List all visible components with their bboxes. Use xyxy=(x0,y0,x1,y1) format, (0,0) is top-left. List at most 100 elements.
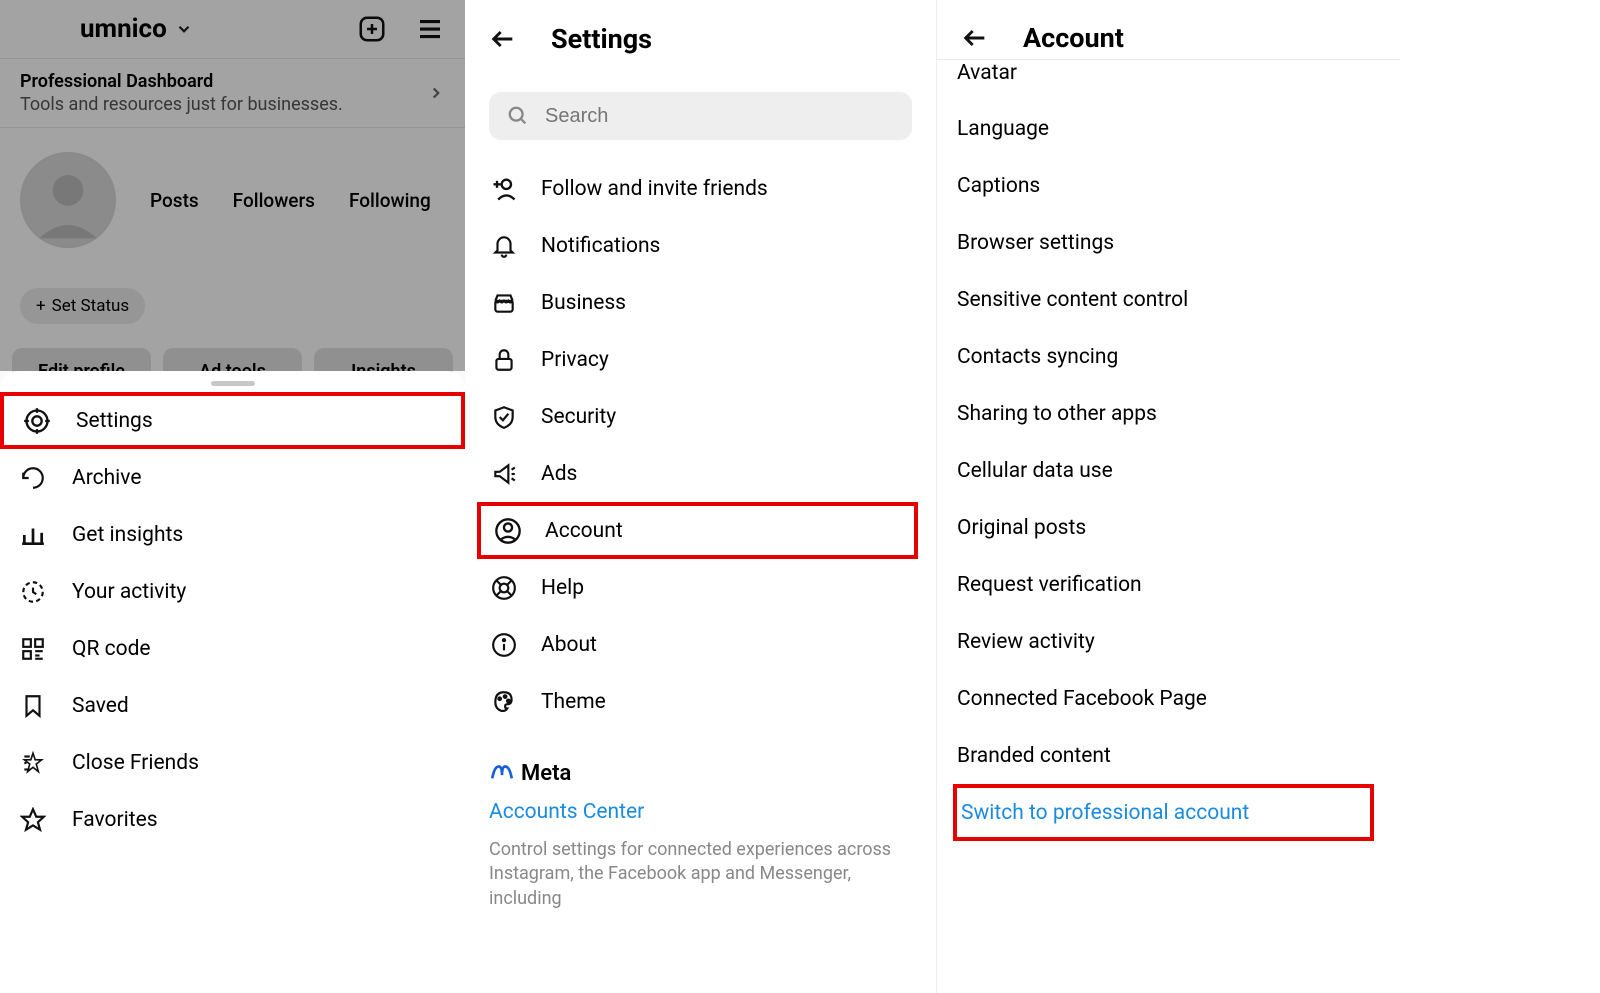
set-status-label: Set Status xyxy=(52,296,130,316)
settings-label-notifications: Notifications xyxy=(541,234,660,258)
plus-icon: + xyxy=(36,296,46,316)
back-arrow-icon[interactable] xyxy=(489,25,517,53)
settings-item-notifications[interactable]: Notifications xyxy=(465,217,936,274)
menu-label-activity: Your activity xyxy=(72,580,186,604)
username-switcher[interactable]: umnico xyxy=(80,14,193,44)
menu-label-favorites: Favorites xyxy=(72,808,158,832)
meta-logo: Meta xyxy=(489,760,912,786)
settings-item-account[interactable]: Account xyxy=(477,502,918,559)
account-item-verification[interactable]: Request verification xyxy=(957,556,1380,613)
chevron-right-icon xyxy=(427,84,445,102)
account-panel: Account Avatar Language Captions Browser… xyxy=(936,0,1400,993)
menu-label-archive: Archive xyxy=(72,466,141,490)
settings-item-security[interactable]: Security xyxy=(465,388,936,445)
account-item-browser[interactable]: Browser settings xyxy=(957,214,1380,271)
insights-icon xyxy=(18,520,48,550)
search-input[interactable] xyxy=(545,105,894,128)
settings-item-follow[interactable]: Follow and invite friends xyxy=(465,160,936,217)
menu-item-settings[interactable]: Settings xyxy=(0,392,465,449)
settings-label-help: Help xyxy=(541,576,584,600)
search-icon xyxy=(507,105,529,127)
settings-header: Settings xyxy=(465,0,936,62)
account-item-language[interactable]: Language xyxy=(957,100,1380,157)
account-item-sensitive[interactable]: Sensitive content control xyxy=(957,271,1380,328)
activity-icon xyxy=(18,577,48,607)
account-item-contacts[interactable]: Contacts syncing xyxy=(957,328,1380,385)
new-post-icon[interactable] xyxy=(357,14,387,44)
menu-item-activity[interactable]: Your activity xyxy=(0,563,465,620)
settings-label-security: Security xyxy=(541,405,616,429)
settings-title: Settings xyxy=(551,23,652,55)
profile-top-bg: umnico Professional Dashboard Tools and … xyxy=(0,0,465,388)
account-item-branded[interactable]: Branded content xyxy=(957,727,1380,784)
back-arrow-icon[interactable] xyxy=(961,24,989,52)
settings-label-privacy: Privacy xyxy=(541,348,609,372)
set-status-chip[interactable]: + Set Status xyxy=(20,288,145,324)
archive-icon xyxy=(18,463,48,493)
star-icon xyxy=(18,805,48,835)
hamburger-menu-icon[interactable] xyxy=(415,14,445,44)
account-title: Account xyxy=(1023,22,1124,54)
pro-dashboard-subtitle: Tools and resources just for businesses. xyxy=(20,94,343,115)
megaphone-icon xyxy=(489,459,519,489)
settings-item-privacy[interactable]: Privacy xyxy=(465,331,936,388)
gear-icon xyxy=(22,406,52,436)
profile-stats-row: Posts Followers Following xyxy=(0,128,465,258)
stat-posts[interactable]: Posts xyxy=(150,189,199,212)
stat-followers[interactable]: Followers xyxy=(233,189,315,212)
stat-following[interactable]: Following xyxy=(349,189,431,212)
profile-header: umnico xyxy=(0,0,465,58)
info-icon xyxy=(489,630,519,660)
bell-icon xyxy=(489,231,519,261)
account-list: Avatar Language Captions Browser setting… xyxy=(937,60,1400,841)
username-label: umnico xyxy=(80,14,167,44)
menu-label-saved: Saved xyxy=(72,694,129,718)
lock-icon xyxy=(489,345,519,375)
sheet-handle[interactable] xyxy=(211,381,255,386)
menu-item-insights[interactable]: Get insights xyxy=(0,506,465,563)
account-item-sharing[interactable]: Sharing to other apps xyxy=(957,385,1380,442)
profile-panel: umnico Professional Dashboard Tools and … xyxy=(0,0,465,993)
settings-panel: Settings Follow and invite friends Notif… xyxy=(465,0,936,993)
account-item-facebook[interactable]: Connected Facebook Page xyxy=(957,670,1380,727)
account-item-captions[interactable]: Captions xyxy=(957,157,1380,214)
settings-item-ads[interactable]: Ads xyxy=(465,445,936,502)
qr-icon xyxy=(18,634,48,664)
menu-label-qr: QR code xyxy=(72,637,151,661)
menu-item-favorites[interactable]: Favorites xyxy=(0,791,465,848)
settings-label-follow: Follow and invite friends xyxy=(541,177,768,201)
account-item-original[interactable]: Original posts xyxy=(957,499,1380,556)
avatar[interactable] xyxy=(20,152,116,248)
meta-section: Meta Accounts Center Control settings fo… xyxy=(465,730,936,911)
pro-dashboard-row[interactable]: Professional Dashboard Tools and resourc… xyxy=(0,58,465,128)
account-item-avatar[interactable]: Avatar xyxy=(957,60,1380,100)
menu-label-settings: Settings xyxy=(76,409,153,433)
settings-item-help[interactable]: Help xyxy=(465,559,936,616)
menu-item-saved[interactable]: Saved xyxy=(0,677,465,734)
account-item-cellular[interactable]: Cellular data use xyxy=(957,442,1380,499)
account-item-switch-professional[interactable]: Switch to professional account xyxy=(953,784,1374,841)
bookmark-icon xyxy=(18,691,48,721)
account-header: Account xyxy=(937,0,1400,60)
theme-icon xyxy=(489,687,519,717)
closefriends-icon xyxy=(18,748,48,778)
menu-item-closefriends[interactable]: Close Friends xyxy=(0,734,465,791)
settings-label-ads: Ads xyxy=(541,462,577,486)
settings-label-account: Account xyxy=(545,519,623,543)
settings-item-business[interactable]: Business xyxy=(465,274,936,331)
shield-icon xyxy=(489,402,519,432)
accounts-center-link[interactable]: Accounts Center xyxy=(489,800,912,824)
account-icon xyxy=(493,516,523,546)
settings-item-about[interactable]: About xyxy=(465,616,936,673)
menu-label-closefriends: Close Friends xyxy=(72,751,199,775)
business-icon xyxy=(489,288,519,318)
chevron-down-icon xyxy=(175,20,193,38)
menu-item-qr[interactable]: QR code xyxy=(0,620,465,677)
settings-item-theme[interactable]: Theme xyxy=(465,673,936,730)
pro-dashboard-title: Professional Dashboard xyxy=(20,71,343,92)
help-icon xyxy=(489,573,519,603)
menu-item-archive[interactable]: Archive xyxy=(0,449,465,506)
search-box[interactable] xyxy=(489,92,912,140)
follow-icon xyxy=(489,174,519,204)
account-item-review[interactable]: Review activity xyxy=(957,613,1380,670)
